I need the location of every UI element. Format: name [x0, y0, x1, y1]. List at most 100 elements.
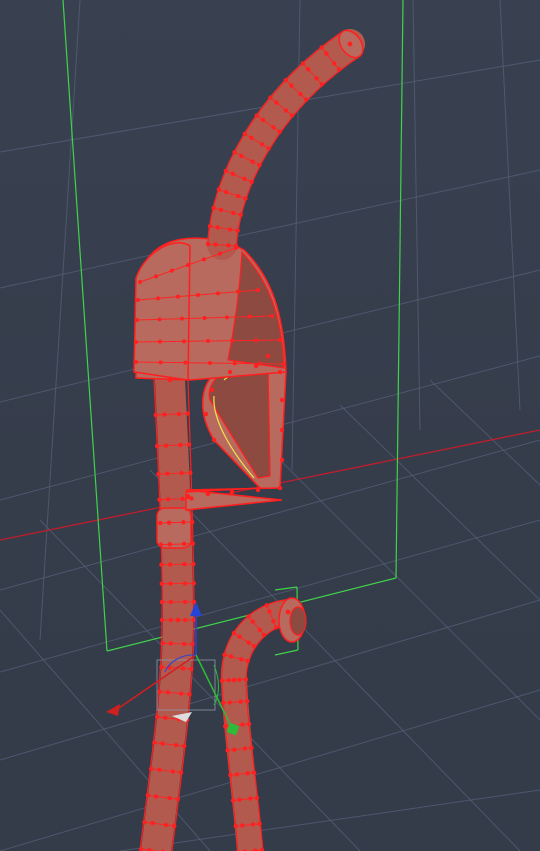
mesh-vertex[interactable]	[278, 338, 282, 342]
mesh-vertex[interactable]	[247, 314, 252, 319]
mesh-vertex[interactable]	[231, 630, 237, 636]
mesh-vertex[interactable]	[243, 677, 249, 682]
mesh-vertex[interactable]	[134, 340, 138, 344]
mesh-vertex[interactable]	[230, 338, 234, 343]
mesh-vertex[interactable]	[256, 288, 260, 292]
mesh-vertex[interactable]	[191, 561, 196, 567]
mesh-vertex[interactable]	[179, 691, 184, 696]
mesh-vertex[interactable]	[154, 274, 158, 279]
mesh-vertex[interactable]	[233, 823, 238, 829]
mesh-vertex[interactable]	[336, 67, 342, 72]
mesh-vertex[interactable]	[166, 497, 171, 502]
mesh-vertex[interactable]	[221, 700, 226, 706]
mesh-vertex[interactable]	[154, 443, 160, 449]
mesh-vertex[interactable]	[240, 823, 245, 828]
mesh-vertex[interactable]	[285, 609, 291, 615]
mesh-vertex[interactable]	[257, 162, 262, 168]
mesh-vertex[interactable]	[268, 95, 273, 100]
mesh-vertex[interactable]	[153, 794, 159, 799]
mesh-vertex[interactable]	[180, 666, 186, 671]
mesh-vertex[interactable]	[168, 599, 173, 605]
mesh-vertex[interactable]	[277, 485, 283, 491]
mesh-vertex[interactable]	[182, 581, 188, 586]
mesh-vertex[interactable]	[157, 689, 162, 694]
mesh-vertex[interactable]	[238, 699, 243, 704]
mesh-vertex[interactable]	[185, 411, 190, 416]
mesh-vertex[interactable]	[142, 819, 147, 825]
mesh-vertex[interactable]	[227, 700, 233, 705]
mesh-vertex[interactable]	[158, 542, 164, 547]
mesh-vertex[interactable]	[216, 187, 222, 192]
mesh-vertex[interactable]	[168, 581, 173, 586]
mesh-vertex[interactable]	[209, 387, 215, 393]
mesh-vertex[interactable]	[279, 427, 285, 433]
mesh-vertex[interactable]	[249, 745, 254, 751]
mesh-vertex[interactable]	[183, 617, 188, 623]
mesh-vertex[interactable]	[240, 722, 245, 727]
mesh-vertex[interactable]	[156, 471, 161, 477]
mesh-vertex[interactable]	[250, 159, 255, 164]
mesh-vertex[interactable]	[248, 796, 253, 801]
mesh-vertex[interactable]	[189, 666, 194, 672]
mesh-vertex[interactable]	[205, 241, 211, 247]
mesh-vertex[interactable]	[226, 243, 231, 248]
mesh-vertex[interactable]	[207, 224, 213, 229]
mesh-vertex[interactable]	[188, 470, 193, 475]
mesh-vertex[interactable]	[206, 339, 210, 343]
mesh-vertex[interactable]	[274, 100, 279, 105]
mesh-vertex[interactable]	[159, 581, 164, 586]
mesh-vertex[interactable]	[232, 361, 237, 366]
mesh-vertex[interactable]	[172, 823, 177, 829]
mesh-vertex[interactable]	[218, 251, 222, 256]
mesh-vertex[interactable]	[167, 377, 173, 383]
mesh-vertex[interactable]	[190, 541, 196, 546]
mesh-vertex[interactable]	[277, 369, 283, 375]
mesh-vertex[interactable]	[237, 797, 242, 802]
mesh-vertex[interactable]	[176, 411, 182, 417]
mesh-vertex[interactable]	[300, 61, 306, 66]
mesh-vertex[interactable]	[205, 491, 211, 497]
mesh-vertex[interactable]	[182, 599, 188, 605]
mesh-vertex[interactable]	[254, 338, 258, 343]
mesh-vertex[interactable]	[246, 640, 251, 645]
mesh-vertex[interactable]	[250, 822, 256, 827]
mesh-vertex[interactable]	[267, 609, 272, 614]
mesh-vertex[interactable]	[179, 470, 184, 476]
mesh-vertex[interactable]	[236, 289, 240, 294]
mesh-vertex[interactable]	[181, 520, 186, 525]
mesh-vertex[interactable]	[229, 489, 235, 495]
mesh-vertex[interactable]	[168, 617, 173, 623]
mesh-vertex[interactable]	[163, 822, 169, 828]
mesh-vertex[interactable]	[239, 657, 244, 662]
mesh-vertex[interactable]	[255, 487, 261, 493]
mesh-vertex[interactable]	[178, 442, 183, 448]
mesh-vertex[interactable]	[271, 125, 276, 130]
mesh-vertex[interactable]	[163, 715, 168, 720]
mesh-vertex[interactable]	[211, 205, 216, 211]
mesh-vertex[interactable]	[319, 45, 324, 50]
mesh-vertex[interactable]	[305, 66, 311, 72]
mesh-vertex[interactable]	[319, 81, 324, 87]
mesh-vertex[interactable]	[231, 747, 237, 752]
mesh-vertex[interactable]	[223, 168, 229, 174]
mesh-vertex[interactable]	[202, 316, 207, 320]
mesh-vertex[interactable]	[271, 619, 276, 624]
mesh-vertex[interactable]	[230, 798, 236, 803]
mesh-vertex[interactable]	[283, 108, 289, 113]
mesh-vertex[interactable]	[165, 690, 170, 695]
mesh-vertex[interactable]	[218, 207, 224, 213]
mesh-vertex[interactable]	[213, 242, 218, 247]
mesh-vertex[interactable]	[231, 210, 236, 216]
mesh-vertex[interactable]	[158, 360, 163, 365]
mesh-vertex[interactable]	[173, 742, 179, 748]
mesh-vertex[interactable]	[282, 362, 286, 366]
mesh-vertex[interactable]	[191, 581, 196, 586]
mesh-vertex[interactable]	[245, 698, 250, 704]
mesh-vertex[interactable]	[242, 746, 248, 751]
mesh-vertex[interactable]	[153, 412, 158, 418]
mesh-vertex[interactable]	[298, 92, 303, 97]
mesh-vertex[interactable]	[138, 280, 142, 284]
move-x-arrow-icon[interactable]	[106, 704, 120, 716]
mesh-vertex[interactable]	[222, 652, 227, 657]
mesh-vertex[interactable]	[215, 225, 220, 230]
